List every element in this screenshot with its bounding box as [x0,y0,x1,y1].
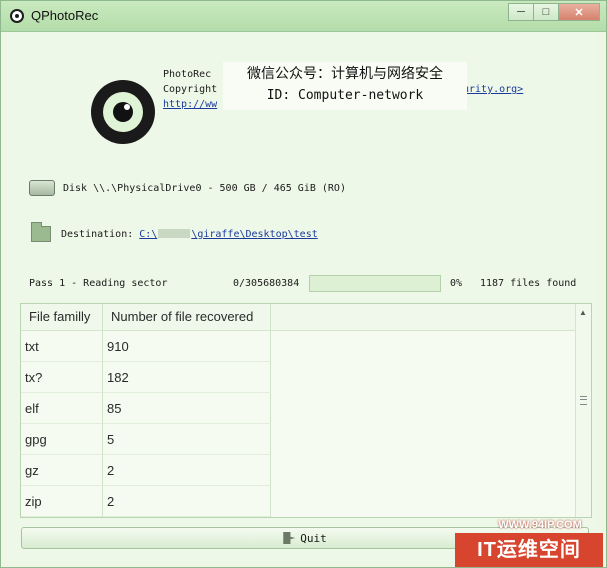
overlay-line-2: ID: Computer-network [266,88,424,103]
progress-row: Pass 1 - Reading sector 0/305680384 0% 1… [23,275,583,293]
destination-path-suffix: \giraffe\Desktop\test [191,228,318,240]
close-button[interactable]: ✕ [558,3,600,21]
cell-count: 2 [103,486,271,517]
table-row[interactable]: txt 910 [21,331,591,362]
table-header: File familly Number of file recovered [21,304,591,331]
table-row[interactable]: elf 85 [21,393,591,424]
recovered-files-table: File familly Number of file recovered tx… [20,303,592,518]
table-row[interactable]: gz 2 [21,455,591,486]
table-row[interactable]: zip 2 [21,486,591,517]
window-title: QPhotoRec [31,8,99,23]
folder-icon [31,222,51,242]
watermark-brand: IT运维空间 [455,533,603,567]
vertical-scrollbar[interactable]: ▲ [575,304,591,517]
watermark-url: WWW.94IP.COM [498,519,582,531]
disk-row: Disk \\.\PhysicalDrive0 - 500 GB / 465 G… [29,180,346,196]
quit-label: Quit [300,531,327,545]
destination-row: Destination: C:\ \giraffe\Desktop\test [31,222,318,242]
minimize-button[interactable]: ─ [508,3,534,21]
maximize-button[interactable]: □ [533,3,559,21]
scroll-up-arrow-icon[interactable]: ▲ [579,308,587,317]
progress-bar [309,275,441,292]
cell-family: gpg [21,424,103,455]
destination-path-prefix: C:\ [139,228,158,240]
destination-label: Destination: [61,228,134,240]
table-row[interactable]: gpg 5 [21,424,591,455]
cell-family: gz [21,455,103,486]
copyright-label: Copyright [163,84,218,95]
destination-path[interactable]: C:\ \giraffe\Desktop\test [139,229,318,240]
table-row[interactable]: tx? 182 [21,362,591,393]
blurred-username [158,229,191,238]
logo-shine [124,104,130,110]
cell-count: 182 [103,362,271,393]
photorec-logo-icon [91,80,155,144]
files-found: 1187 files found [480,278,577,289]
watermark-overlay: 微信公众号：计算机与网络安全 ID: Computer-network [223,62,467,110]
cell-family: elf [21,393,103,424]
window-controls: ─ □ ✕ [508,3,600,21]
disk-label: Disk \\.\PhysicalDrive0 - 500 GB / 465 G… [63,182,346,194]
sector-counter: 0/305680384 [233,278,300,289]
logo-pupil [113,102,133,122]
exit-icon [283,532,296,544]
main-panel: PhotoRec Copyright urity.org> http://ww 微… [7,32,598,562]
progress-percent: 0% [450,278,463,289]
cell-family: txt [21,331,103,362]
hard-disk-icon [29,180,55,196]
cell-count: 85 [103,393,271,424]
website-link-tail[interactable]: urity.org> [463,82,523,97]
qphotorec-window: QPhotoRec ─ □ ✕ PhotoRec Copyright urity.… [0,0,607,568]
app-icon [10,9,24,23]
pass-label: Pass 1 - Reading sector [29,278,168,289]
cell-count: 2 [103,455,271,486]
cell-count: 5 [103,424,271,455]
cell-family: tx? [21,362,103,393]
scroll-grip-icon[interactable] [580,396,587,405]
header-files-recovered[interactable]: Number of file recovered [103,304,271,330]
title-bar[interactable]: QPhotoRec ─ □ ✕ [1,1,606,32]
overlay-line-1: 微信公众号：计算机与网络安全 [247,66,443,82]
cell-family: zip [21,486,103,517]
header-file-family[interactable]: File familly [21,304,103,330]
cell-count: 910 [103,331,271,362]
